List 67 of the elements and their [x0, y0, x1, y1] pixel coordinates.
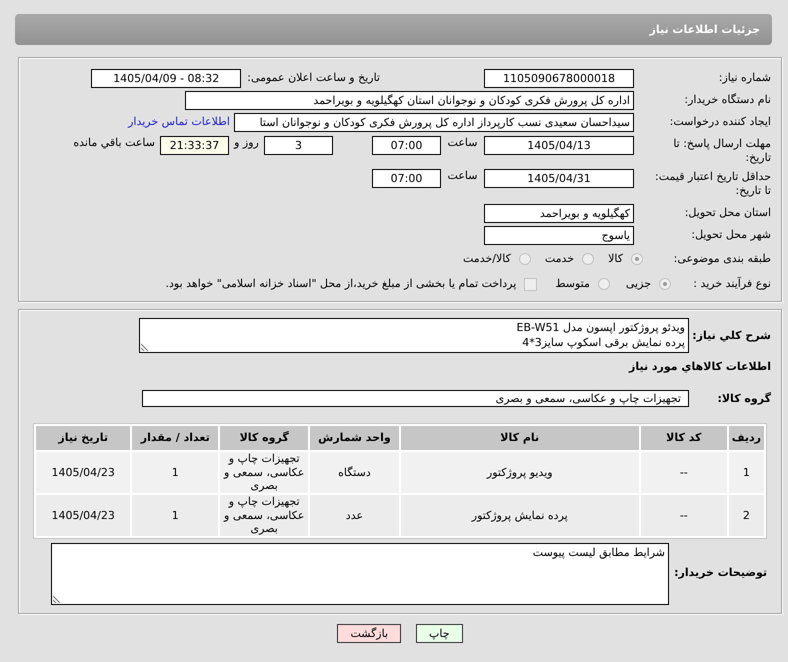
remaining-time-field[interactable]: 21:33:37: [160, 136, 229, 155]
table-cell: --: [640, 494, 727, 536]
table-cell: تجهیزات چاپ و عکاسی، سمعی و بصری: [220, 494, 308, 536]
radio-label: خدمت: [544, 252, 574, 266]
time-field[interactable]: 07:00: [372, 169, 441, 188]
column-header: نام کالا: [400, 426, 639, 450]
table-cell: 1405/04/23: [36, 494, 130, 536]
time-field[interactable]: 07:00: [372, 136, 441, 155]
description-field[interactable]: ویدئو پروژکتور اپسون مدل EB-W51 پرده نمایش برقی اسکوپ سایز3*4: [139, 318, 689, 353]
radio-label: کالا: [608, 252, 623, 266]
table-cell: عدد: [310, 494, 399, 536]
field-label: نوع فرآیند خرید :: [692, 277, 771, 291]
radio-label: جزیی: [626, 277, 651, 291]
time-label: ساعت: [446, 169, 478, 183]
checkbox[interactable]: [524, 278, 538, 290]
column-header: تعداد / مقدار: [132, 426, 218, 450]
table-cell: 1405/04/23: [36, 452, 130, 493]
need-number-field[interactable]: 1105090678000018: [484, 68, 634, 88]
table-cell: 1: [132, 452, 218, 493]
table-cell: --: [640, 452, 727, 493]
radio-label: کالا/خدمت: [463, 252, 511, 266]
date-field[interactable]: 1405/04/13: [484, 136, 634, 155]
radio-label: متوسط: [555, 277, 590, 291]
table-cell: دستگاه: [310, 452, 399, 493]
time-label: ساعت: [446, 136, 478, 150]
checkbox-label: پرداخت تمام یا بخشی از مبلغ خرید،از محل "اسناد خزانه اسلامی" خواهد بود.: [166, 277, 516, 291]
field-label: تاریخ و ساعت اعلان عمومی:: [247, 71, 380, 85]
contact-info-link[interactable]: اطلاعات تماس خریدار: [128, 115, 230, 129]
creator-field[interactable]: سیداحسان سعیدی نسب کارپرداز اداره کل پرورش فکری کودکان و نوجوانان استا: [234, 112, 634, 132]
column-header: واحد شمارش: [310, 426, 399, 450]
print-button[interactable]: چاپ: [416, 624, 463, 643]
resize-grip-icon[interactable]: [141, 343, 149, 351]
field-label: نام دستگاه خریدار:: [683, 93, 771, 107]
column-header: تاریخ نیاز: [36, 426, 130, 450]
section-heading: اطلاعات کالاهاي مورد نیاز: [628, 360, 771, 374]
column-header: ردیف: [728, 426, 764, 450]
days-field[interactable]: 3: [264, 136, 333, 155]
field-label: مهلت ارسال پاسخ: تا تاریخ:: [672, 136, 771, 165]
field-label: حداقل تاریخ اعتبار قیمت: تا تاریخ:: [654, 169, 771, 198]
remaining-label: ساعت باقي مانده: [73, 136, 155, 150]
days-label: روز و: [232, 136, 260, 150]
date-field[interactable]: 1405/04/31: [484, 169, 634, 188]
field-label: استان محل تحویل:: [684, 206, 771, 220]
field-label: ایجاد کننده درخواست:: [668, 115, 771, 129]
column-header: کد کالا: [640, 426, 727, 450]
field-label: گروه کالا:: [716, 392, 771, 406]
field-label: طبقه بندی موضوعی:: [672, 252, 771, 266]
buyer-notes-field[interactable]: شرایط مطابق لیست پیوست: [51, 542, 669, 605]
announce-date-field[interactable]: 1405/04/09 - 08:32: [91, 68, 242, 88]
column-header: گروه کالا: [220, 426, 308, 450]
city-field[interactable]: یاسوج: [484, 226, 634, 244]
back-button[interactable]: بازگشت: [337, 624, 402, 643]
buyer-field[interactable]: اداره کل پرورش فکری کودکان و نوجوانان استان کهگیلویه و بویراحمد: [185, 90, 634, 110]
field-label: توضیحات خریدار:: [673, 564, 767, 580]
field-label: شرح کلي نیاز:: [691, 328, 771, 342]
resize-grip-icon[interactable]: [53, 594, 61, 603]
product-group-field[interactable]: تجهیزات چاپ و عکاسی، سمعی و بصری: [142, 390, 689, 408]
table-cell: 1: [132, 494, 218, 536]
field-label: شماره نیاز:: [718, 71, 771, 85]
province-field[interactable]: کهگیلویه و بویراحمد: [484, 204, 634, 222]
table-cell: پرده نمایش پروژکتور: [400, 494, 639, 536]
table-cell: 2: [728, 494, 764, 536]
header-title: جزئیات اطلاعات نیاز: [650, 22, 760, 36]
table-cell: ویدیو پروژکتور: [400, 452, 639, 493]
table-cell: 1: [728, 452, 764, 493]
field-label: شهر محل تحویل:: [690, 228, 771, 242]
table-cell: تجهیزات چاپ و عکاسی، سمعی و بصری: [220, 452, 308, 493]
